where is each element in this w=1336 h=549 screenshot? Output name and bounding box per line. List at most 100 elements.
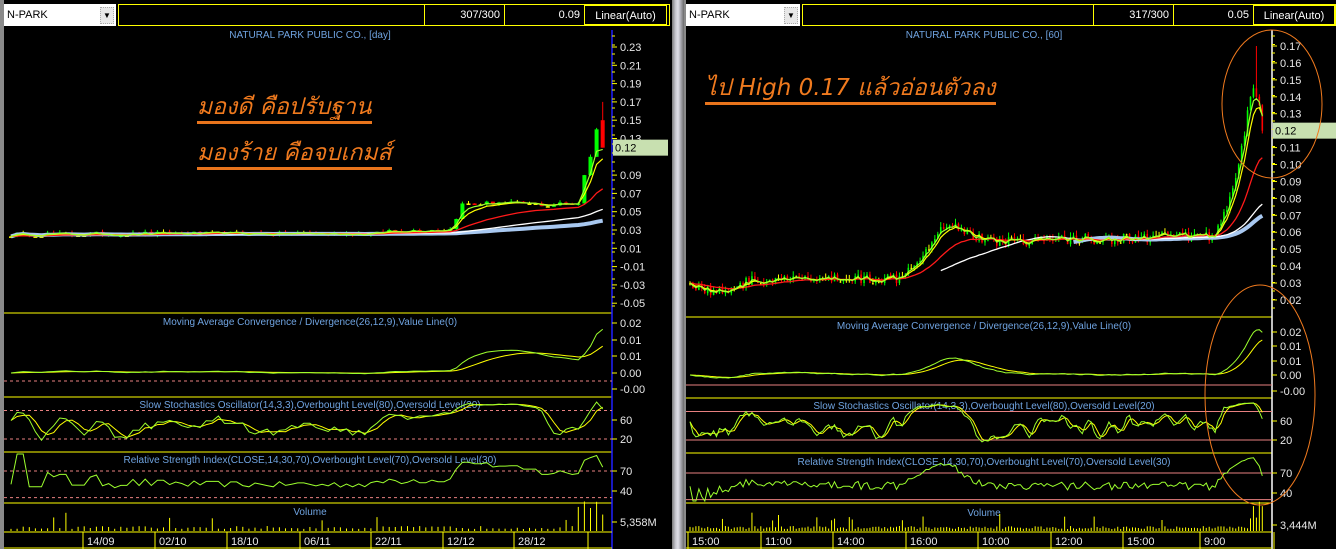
- candle-body: [942, 227, 945, 229]
- candle-body: [839, 281, 842, 283]
- stoch-axis-label: 20: [1280, 435, 1292, 447]
- price-axis-label: 0.10: [1280, 160, 1301, 172]
- date-label: 10:00: [982, 536, 1010, 548]
- price-axis-label: 0.08: [1280, 193, 1301, 205]
- price-axis-label: 0.16: [1280, 58, 1301, 70]
- macd-line: [10, 328, 604, 375]
- price-axis-label: 0.01: [620, 243, 641, 255]
- date-label: 15:00: [692, 536, 720, 548]
- ma-white-line: [194, 208, 603, 235]
- price-chart-title: NATURAL PARK PUBLIC CO., [60]: [906, 30, 1063, 41]
- price-axis-label: 0.04: [1280, 261, 1301, 273]
- price-axis-label: 0.17: [1280, 41, 1301, 53]
- macd-title: Moving Average Convergence / Divergence(…: [837, 321, 1131, 332]
- macd-axis-label: 0.01: [1280, 341, 1301, 353]
- price-axis-label: 0.09: [1280, 176, 1301, 188]
- price-axis-label: 0.07: [620, 188, 641, 200]
- volume-title: Volume: [967, 508, 1001, 519]
- chart-canvas[interactable]: NATURAL PARK PUBLIC CO., [day] Moving Ave…: [0, 0, 1336, 549]
- price-axis-label: 0.03: [620, 225, 641, 237]
- stoch-axis-label: 20: [620, 434, 632, 446]
- date-label: 18/10: [231, 536, 259, 548]
- price-axis-label: 0.11: [1280, 143, 1301, 155]
- date-label: 06/11: [304, 536, 331, 548]
- volume-axis-label: 5,358M: [620, 517, 657, 529]
- price-axis-label: 0.05: [620, 207, 641, 219]
- candle-body: [600, 120, 605, 148]
- candle-body: [466, 203, 471, 205]
- date-label: 02/10: [159, 536, 187, 548]
- rsi-axis-label: 70: [1280, 468, 1292, 480]
- ma-red-line: [689, 157, 1263, 290]
- rsi-axis-label: 70: [620, 466, 632, 478]
- candle-body: [472, 203, 477, 205]
- candle-body: [1261, 105, 1264, 131]
- stoch-axis-label: 60: [1280, 416, 1292, 428]
- price-axis-label: 0.17: [620, 97, 641, 109]
- price-axis-label: 0.02: [1280, 295, 1301, 307]
- rsi-title: Relative Strength Index(CLOSE,14,30,70),…: [124, 455, 497, 466]
- price-axis-label: 0.03: [1280, 278, 1301, 290]
- price-axis-label: -0.03: [620, 280, 645, 292]
- candle-body: [1255, 88, 1258, 97]
- date-label: 12/12: [447, 536, 475, 548]
- macd-axis-label: -0.00: [620, 384, 645, 396]
- price-axis-label: 0.23: [620, 42, 641, 54]
- macd-title: Moving Average Convergence / Divergence(…: [163, 317, 457, 328]
- candle-body: [754, 276, 756, 280]
- rsi-axis-label: 40: [620, 486, 632, 498]
- date-label: 14/09: [87, 536, 115, 548]
- last-price-label: 0.12: [615, 143, 636, 155]
- price-axis-label: 0.15: [620, 115, 641, 127]
- price-axis-label: 0.09: [620, 170, 641, 182]
- date-label: 22/11: [375, 536, 402, 548]
- macd-axis-label: 0.00: [1280, 370, 1301, 382]
- candle-body: [1096, 242, 1098, 245]
- macd-axis-label: 0.00: [620, 368, 641, 380]
- macd-axis-label: 0.02: [1280, 327, 1301, 339]
- price-axis-label: 0.19: [620, 79, 641, 91]
- rsi-title: Relative Strength Index(CLOSE,14,30,70),…: [798, 457, 1171, 468]
- stoch-axis-label: 60: [620, 415, 632, 427]
- candle-body: [872, 283, 874, 285]
- candle-body: [545, 206, 550, 208]
- price-axis-label: 0.21: [620, 60, 641, 72]
- price-axis-label: 0.13: [1280, 109, 1301, 121]
- ma-green-line: [689, 97, 1263, 294]
- annotation-text: มองดี คือปรับฐาน: [197, 94, 372, 124]
- macd-axis-label: 0.01: [1280, 356, 1301, 368]
- price-axis-label: 0.05: [1280, 244, 1301, 256]
- macd-axis-label: 0.01: [620, 351, 641, 363]
- date-label: 16:00: [910, 536, 938, 548]
- volume-axis-label: 3,444M: [1280, 520, 1317, 532]
- annotation-text: มองร้าย คือจบเกมส์: [197, 140, 392, 170]
- price-axis-label: 0.15: [1280, 75, 1301, 87]
- macd-line: [689, 329, 1263, 379]
- price-axis-label: 0.14: [1280, 92, 1301, 104]
- macd-axis-label: -0.00: [1280, 386, 1305, 398]
- date-label: 14:00: [837, 536, 865, 548]
- candle-body: [1252, 88, 1255, 97]
- price-chart-title: NATURAL PARK PUBLIC CO., [day]: [229, 30, 391, 41]
- macd-axis-label: 0.01: [620, 335, 641, 347]
- candle-body: [1119, 242, 1122, 244]
- macd-axis-label: 0.02: [620, 318, 641, 330]
- stoch-title: Slow Stochastics Oscillator(14,3,3),Over…: [813, 401, 1154, 412]
- candle-body: [984, 240, 986, 243]
- date-label: 15:00: [1127, 536, 1155, 548]
- date-label: 12:00: [1055, 536, 1083, 548]
- price-axis-label: 0.07: [1280, 210, 1301, 222]
- price-axis-label: 0.06: [1280, 227, 1301, 239]
- price-axis-label: -0.05: [620, 298, 645, 310]
- annotation-text: ไป High 0.17 แล้วอ่อนตัวลง: [705, 75, 996, 105]
- rsi-axis-label: 40: [1280, 488, 1292, 500]
- last-price-label: 0.12: [1275, 126, 1296, 138]
- date-label: 9:00: [1204, 536, 1225, 548]
- macd-signal-line: [689, 339, 1263, 379]
- date-label: 28/12: [518, 536, 546, 548]
- ma-yellow-line: [689, 106, 1263, 293]
- price-axis-label: -0.01: [620, 262, 645, 274]
- date-label: 11:00: [765, 536, 792, 548]
- volume-title: Volume: [293, 507, 327, 518]
- stoch-title: Slow Stochastics Oscillator(14,3,3),Over…: [139, 400, 480, 411]
